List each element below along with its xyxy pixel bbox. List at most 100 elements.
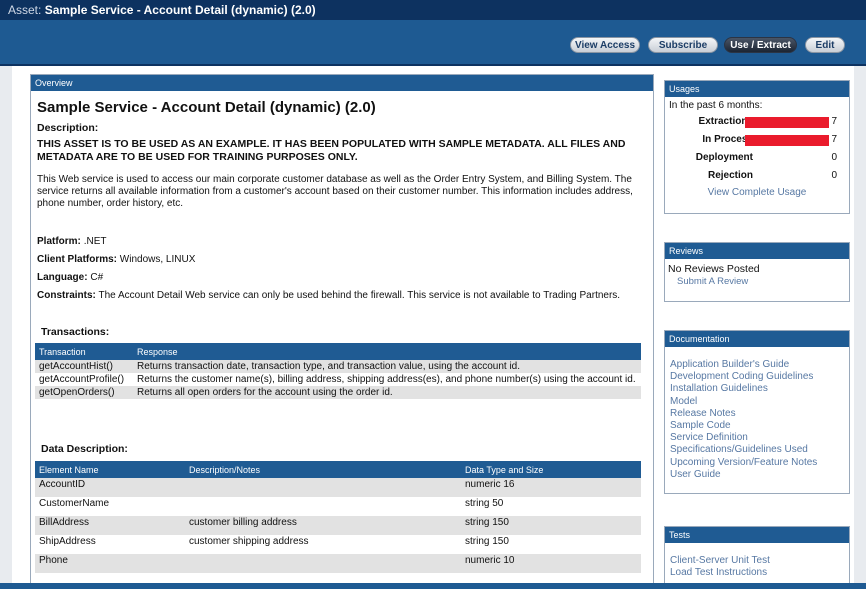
language-value: C# bbox=[90, 272, 104, 283]
description-text: This Web service is used to access our m… bbox=[37, 174, 633, 209]
documentation-panel-header: Documentation bbox=[665, 331, 849, 347]
asset-label: Asset: bbox=[8, 3, 42, 17]
table-cell: numeric 16 bbox=[461, 478, 641, 497]
table-row: Phone numeric 10 bbox=[35, 554, 641, 573]
data-header-row: Element Name Description/Notes Data Type… bbox=[35, 461, 641, 478]
language-row: Language: C# bbox=[37, 272, 103, 283]
doc-link-installation-guidelines[interactable]: Installation Guidelines bbox=[670, 383, 844, 395]
usages-panel-header: Usages bbox=[665, 81, 849, 97]
platform-label: Platform: bbox=[37, 236, 81, 247]
table-cell: numeric 10 bbox=[461, 554, 641, 573]
doc-link-application-builders-guide[interactable]: Application Builder's Guide bbox=[670, 359, 844, 371]
test-link-load-test-instructions[interactable]: Load Test Instructions bbox=[670, 567, 844, 579]
transactions-label: Transactions: bbox=[41, 326, 110, 338]
doc-link-model[interactable]: Model bbox=[670, 396, 844, 408]
table-cell: string 50 bbox=[465, 498, 504, 509]
doc-link-specifications-guidelines-used[interactable]: Specifications/Guidelines Used bbox=[670, 444, 844, 456]
platform-row: Platform: .NET bbox=[37, 236, 106, 247]
doc-link-user-guide[interactable]: User Guide bbox=[670, 469, 844, 481]
table-cell: Returns the customer name(s), billing ad… bbox=[137, 374, 636, 385]
table-cell bbox=[185, 554, 461, 573]
column-header: Response bbox=[133, 343, 641, 360]
use-extract-button[interactable]: Use / Extract bbox=[724, 37, 797, 53]
usage-value: 7 bbox=[831, 134, 837, 145]
usage-row-extractions: Extractions 7 bbox=[665, 113, 849, 131]
usage-row-in-process: In Process 7 bbox=[665, 131, 849, 149]
table-row: ShipAddress customer shipping address st… bbox=[35, 535, 641, 554]
usage-value: 0 bbox=[831, 152, 837, 163]
reviews-panel: Reviews No Reviews Posted Submit A Revie… bbox=[664, 242, 850, 302]
doc-link-upcoming-version-feature-notes[interactable]: Upcoming Version/Feature Notes bbox=[670, 457, 844, 469]
constraints-label: Constraints: bbox=[37, 290, 96, 301]
table-cell: CustomerName bbox=[39, 498, 110, 509]
column-header: Element Name bbox=[35, 461, 185, 478]
subscribe-button[interactable]: Subscribe bbox=[648, 37, 718, 53]
usage-label: Deployment bbox=[695, 152, 753, 163]
view-access-button[interactable]: View Access bbox=[570, 37, 640, 53]
table-cell: customer shipping address bbox=[189, 536, 309, 547]
description-label: Description: bbox=[37, 122, 99, 134]
client-platforms-value: Windows, LINUX bbox=[119, 254, 196, 265]
edit-button[interactable]: Edit bbox=[805, 37, 845, 53]
tests-panel-header: Tests bbox=[665, 527, 849, 543]
table-cell bbox=[185, 478, 461, 497]
platform-value: .NET bbox=[83, 236, 107, 247]
test-link-client-server-unit-test[interactable]: Client-Server Unit Test bbox=[670, 555, 844, 567]
data-description-table: Element Name Description/Notes Data Type… bbox=[35, 461, 641, 573]
doc-link-development-coding-guidelines[interactable]: Development Coding Guidelines bbox=[670, 371, 844, 383]
window-title-bar: Asset: Sample Service - Account Detail (… bbox=[0, 0, 866, 20]
usage-bar bbox=[745, 117, 829, 128]
overview-panel-header: Overview bbox=[31, 75, 653, 91]
warning-text: THIS ASSET IS TO BE USED AS AN EXAMPLE. … bbox=[37, 138, 626, 163]
tests-panel: Tests Client-Server Unit Test Load Test … bbox=[664, 526, 850, 589]
usage-value: 7 bbox=[831, 116, 837, 127]
documentation-panel: Documentation Application Builder's Guid… bbox=[664, 330, 850, 494]
doc-link-release-notes[interactable]: Release Notes bbox=[670, 408, 844, 420]
client-platforms-row: Client Platforms: Windows, LINUX bbox=[37, 254, 195, 265]
transactions-header-row: Transaction Response bbox=[35, 343, 641, 360]
table-cell: Phone bbox=[35, 554, 185, 573]
usage-label: Rejection bbox=[707, 170, 753, 181]
view-complete-usage-link[interactable]: View Complete Usage bbox=[708, 187, 807, 198]
usage-row-rejection: Rejection 0 bbox=[665, 167, 849, 185]
table-cell: getAccountHist() bbox=[35, 360, 133, 373]
submit-review-link[interactable]: Submit A Review bbox=[677, 276, 748, 287]
column-header: Transaction bbox=[35, 343, 133, 360]
table-row: getOpenOrders() Returns all open orders … bbox=[35, 386, 641, 399]
table-row: getAccountHist() Returns transaction dat… bbox=[35, 360, 641, 373]
column-header: Data Type and Size bbox=[461, 461, 641, 478]
table-cell: getOpenOrders() bbox=[35, 386, 133, 399]
page-title: Sample Service - Account Detail (dynamic… bbox=[37, 99, 376, 116]
table-cell: Returns all open orders for the account … bbox=[133, 386, 641, 399]
reviews-status: No Reviews Posted bbox=[668, 263, 760, 275]
content-frame: Overview Sample Service - Account Detail… bbox=[12, 66, 854, 589]
table-cell: Returns transaction date, transaction ty… bbox=[133, 360, 641, 373]
table-cell: string 150 bbox=[465, 536, 509, 547]
usages-panel: Usages In the past 6 months: Extractions… bbox=[664, 80, 850, 214]
table-cell: customer billing address bbox=[185, 516, 461, 535]
language-label: Language: bbox=[37, 272, 88, 283]
usage-bar bbox=[745, 135, 829, 146]
usage-period: In the past 6 months: bbox=[669, 100, 763, 111]
column-header: Description/Notes bbox=[185, 461, 461, 478]
client-platforms-label: Client Platforms: bbox=[37, 254, 118, 265]
usage-row-deployment: Deployment 0 bbox=[665, 149, 849, 167]
table-row: CustomerName string 50 bbox=[35, 497, 641, 516]
table-row: getAccountProfile() Returns the customer… bbox=[35, 373, 641, 386]
constraints-row: Constraints: The Account Detail Web serv… bbox=[37, 290, 643, 302]
constraints-value: The Account Detail Web service can only … bbox=[98, 290, 621, 301]
overview-panel: Overview Sample Service - Account Detail… bbox=[30, 74, 654, 589]
data-description-label: Data Description: bbox=[41, 443, 128, 455]
table-cell bbox=[185, 497, 461, 516]
doc-link-sample-code[interactable]: Sample Code bbox=[670, 420, 844, 432]
table-cell: BillAddress bbox=[35, 516, 185, 535]
action-toolbar: View Access Subscribe Use / Extract Edit bbox=[0, 20, 866, 66]
table-cell: string 150 bbox=[461, 516, 641, 535]
reviews-panel-header: Reviews bbox=[665, 243, 849, 259]
doc-link-service-definition[interactable]: Service Definition bbox=[670, 432, 844, 444]
bottom-bar bbox=[0, 583, 866, 589]
table-cell: AccountID bbox=[35, 478, 185, 497]
asset-title: Sample Service - Account Detail (dynamic… bbox=[44, 3, 316, 17]
table-cell: ShipAddress bbox=[39, 536, 96, 547]
table-row: BillAddress customer billing address str… bbox=[35, 516, 641, 535]
